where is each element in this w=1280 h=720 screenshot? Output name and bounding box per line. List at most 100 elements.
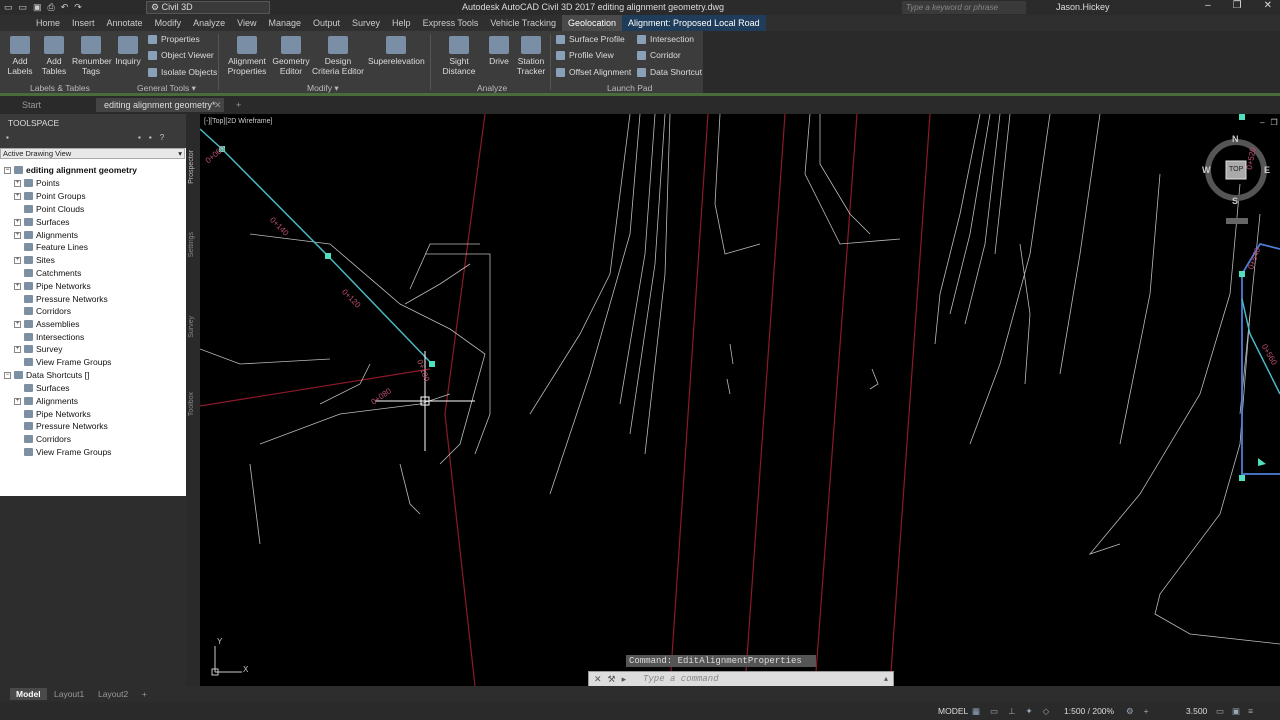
toolspace-tool1-icon[interactable]: ▪ bbox=[138, 133, 141, 142]
compass-south[interactable]: S bbox=[1232, 196, 1238, 206]
compass-east[interactable]: E bbox=[1264, 165, 1270, 175]
help-icon[interactable]: ? bbox=[160, 133, 164, 142]
drive-button[interactable]: Drive bbox=[488, 36, 510, 66]
side-tab-survey[interactable]: Survey bbox=[188, 316, 195, 338]
tab-home[interactable]: Home bbox=[30, 15, 66, 31]
user-name[interactable]: Jason.Hickey bbox=[1056, 2, 1110, 12]
tree-item-assemblies[interactable]: + Assemblies bbox=[14, 319, 79, 329]
intersection-button[interactable]: Intersection bbox=[637, 34, 694, 44]
tree-item-surfaces[interactable]: + Surfaces bbox=[14, 217, 70, 227]
data-shortcut-button[interactable]: Data Shortcut bbox=[637, 67, 702, 77]
expand-icon[interactable]: + bbox=[14, 231, 21, 239]
tree-item-feature-lines[interactable]: Feature Lines bbox=[24, 242, 88, 252]
status-value[interactable]: 3.500 bbox=[1186, 706, 1207, 716]
tree-item-survey[interactable]: + Survey bbox=[14, 344, 62, 354]
profile-view-button[interactable]: Profile View bbox=[556, 50, 614, 60]
close-tab-icon[interactable]: ✕ bbox=[206, 98, 230, 112]
toolspace-tool2-icon[interactable]: ▪ bbox=[149, 133, 152, 142]
fullscreen-icon[interactable]: ▣ bbox=[1232, 706, 1240, 717]
model-space-toggle[interactable]: MODEL bbox=[938, 706, 968, 716]
tab-insert[interactable]: Insert bbox=[66, 15, 101, 31]
close-icon[interactable]: ✕ bbox=[594, 674, 602, 685]
compass-west[interactable]: W bbox=[1202, 165, 1211, 175]
tree-item-point-clouds[interactable]: Point Clouds bbox=[24, 204, 84, 214]
tab-view[interactable]: View bbox=[231, 15, 262, 31]
tree-shortcut-pressure-networks[interactable]: Pressure Networks bbox=[24, 421, 108, 431]
drawing-canvas[interactable]: 0+060 0+140 0+120 0+100 0+080 0+540 0+52… bbox=[200, 114, 1280, 686]
tree-data-shortcuts[interactable]: − Data Shortcuts [] bbox=[4, 370, 89, 380]
inquiry-button[interactable]: Inquiry bbox=[114, 36, 142, 66]
alignment-proposed-local-road[interactable] bbox=[200, 114, 1280, 481]
redo-icon[interactable]: ↷ bbox=[74, 2, 82, 13]
tree-shortcut-corridors[interactable]: Corridors bbox=[24, 434, 71, 444]
grid-icon[interactable]: ▦ bbox=[972, 706, 980, 717]
tree-shortcut-view-frame-groups[interactable]: View Frame Groups bbox=[24, 447, 111, 457]
command-prompt-icon[interactable]: ▸ bbox=[622, 674, 627, 685]
corridor-button[interactable]: Corridor bbox=[637, 50, 681, 60]
collapse-icon[interactable]: − bbox=[4, 371, 11, 379]
tree-shortcut-surfaces[interactable]: Surfaces bbox=[24, 383, 70, 393]
tab-geolocation[interactable]: Geolocation bbox=[561, 15, 623, 31]
design-criteria-editor-button[interactable]: Design Criteria Editor bbox=[312, 36, 364, 76]
add-labels-button[interactable]: Add Labels bbox=[6, 36, 34, 76]
tab-model[interactable]: Model bbox=[10, 688, 47, 700]
tree-item-intersections[interactable]: Intersections bbox=[24, 332, 84, 342]
expand-icon[interactable]: + bbox=[14, 320, 21, 328]
expand-icon[interactable]: + bbox=[14, 256, 21, 264]
object-viewer-button[interactable]: Object Viewer bbox=[148, 50, 214, 60]
new-icon[interactable]: ▭ bbox=[4, 2, 13, 13]
tree-item-corridors[interactable]: Corridors bbox=[24, 306, 71, 316]
tree-shortcut-pipe-networks[interactable]: Pipe Networks bbox=[24, 409, 91, 419]
tab-annotate[interactable]: Annotate bbox=[101, 15, 149, 31]
open-icon[interactable]: ▭ bbox=[19, 2, 28, 13]
toolspace-menu-icon[interactable]: ▪ bbox=[6, 133, 9, 142]
tree-item-pipe-networks[interactable]: + Pipe Networks bbox=[14, 281, 91, 291]
expand-icon[interactable]: + bbox=[14, 282, 21, 290]
side-tab-toolbox[interactable]: Toolbox bbox=[188, 392, 195, 416]
viewport-controls-label[interactable]: [-][Top][2D Wireframe] bbox=[204, 118, 272, 125]
close-icon[interactable]: ✕ bbox=[1264, 0, 1272, 11]
tab-analyze[interactable]: Analyze bbox=[187, 15, 231, 31]
osnap-icon[interactable]: ◇ bbox=[1043, 706, 1050, 717]
plus-icon[interactable]: + bbox=[1144, 706, 1149, 717]
tree-item-point-groups[interactable]: + Point Groups bbox=[14, 191, 86, 201]
snap-icon[interactable]: ▭ bbox=[990, 706, 998, 717]
tree-item-sites[interactable]: + Sites bbox=[14, 255, 55, 265]
geometry-editor-button[interactable]: Geometry Editor bbox=[272, 36, 310, 76]
tab-vehicle-tracking[interactable]: Vehicle Tracking bbox=[484, 15, 562, 31]
tree-item-points[interactable]: + Points bbox=[14, 178, 60, 188]
chevron-up-icon[interactable]: ▴ bbox=[884, 674, 888, 683]
expand-icon[interactable]: + bbox=[14, 345, 21, 353]
restore-icon[interactable]: ❐ bbox=[1270, 118, 1277, 127]
tab-layout2[interactable]: Layout2 bbox=[92, 688, 134, 700]
view-select[interactable]: Active Drawing View ▾ bbox=[0, 148, 185, 159]
alignment-properties-button[interactable]: Alignment Properties bbox=[226, 36, 268, 76]
tab-survey[interactable]: Survey bbox=[346, 15, 386, 31]
add-layout-icon[interactable]: + bbox=[136, 688, 153, 700]
tree-root[interactable]: − editing alignment geometry bbox=[4, 165, 137, 175]
ortho-icon[interactable]: ⊥ bbox=[1008, 706, 1015, 717]
tab-help[interactable]: Help bbox=[386, 15, 417, 31]
side-tab-prospector[interactable]: Prospector bbox=[188, 150, 195, 184]
tab-output[interactable]: Output bbox=[307, 15, 346, 31]
isolate-objects-button[interactable]: Isolate Objects bbox=[148, 67, 217, 77]
surface-profile-button[interactable]: Surface Profile bbox=[556, 34, 625, 44]
tab-modify[interactable]: Modify bbox=[149, 15, 188, 31]
renumber-tags-button[interactable]: Renumber Tags bbox=[72, 36, 112, 76]
polar-icon[interactable]: ✦ bbox=[1025, 706, 1032, 717]
file-tab-start[interactable]: Start bbox=[14, 98, 49, 112]
tab-layout1[interactable]: Layout1 bbox=[48, 688, 90, 700]
tree-item-catchments[interactable]: Catchments bbox=[24, 268, 81, 278]
gear-icon[interactable]: ⚙ bbox=[1126, 706, 1134, 717]
annotation-scale[interactable]: 1:500 / 200% bbox=[1064, 706, 1114, 716]
side-tab-settings[interactable]: Settings bbox=[188, 232, 195, 257]
print-icon[interactable]: ⎙ bbox=[48, 2, 55, 13]
new-tab-icon[interactable]: + bbox=[228, 98, 249, 112]
minimize-icon[interactable]: – bbox=[1205, 0, 1211, 11]
save-icon[interactable]: ▣ bbox=[33, 2, 42, 13]
tab-alignment-context[interactable]: Alignment: Proposed Local Road bbox=[622, 15, 766, 31]
isolate-icon[interactable]: ▭ bbox=[1216, 706, 1224, 717]
add-tables-button[interactable]: Add Tables bbox=[40, 36, 68, 76]
sight-distance-button[interactable]: Sight Distance bbox=[432, 36, 486, 76]
offset-alignment-button[interactable]: Offset Alignment bbox=[556, 67, 631, 77]
